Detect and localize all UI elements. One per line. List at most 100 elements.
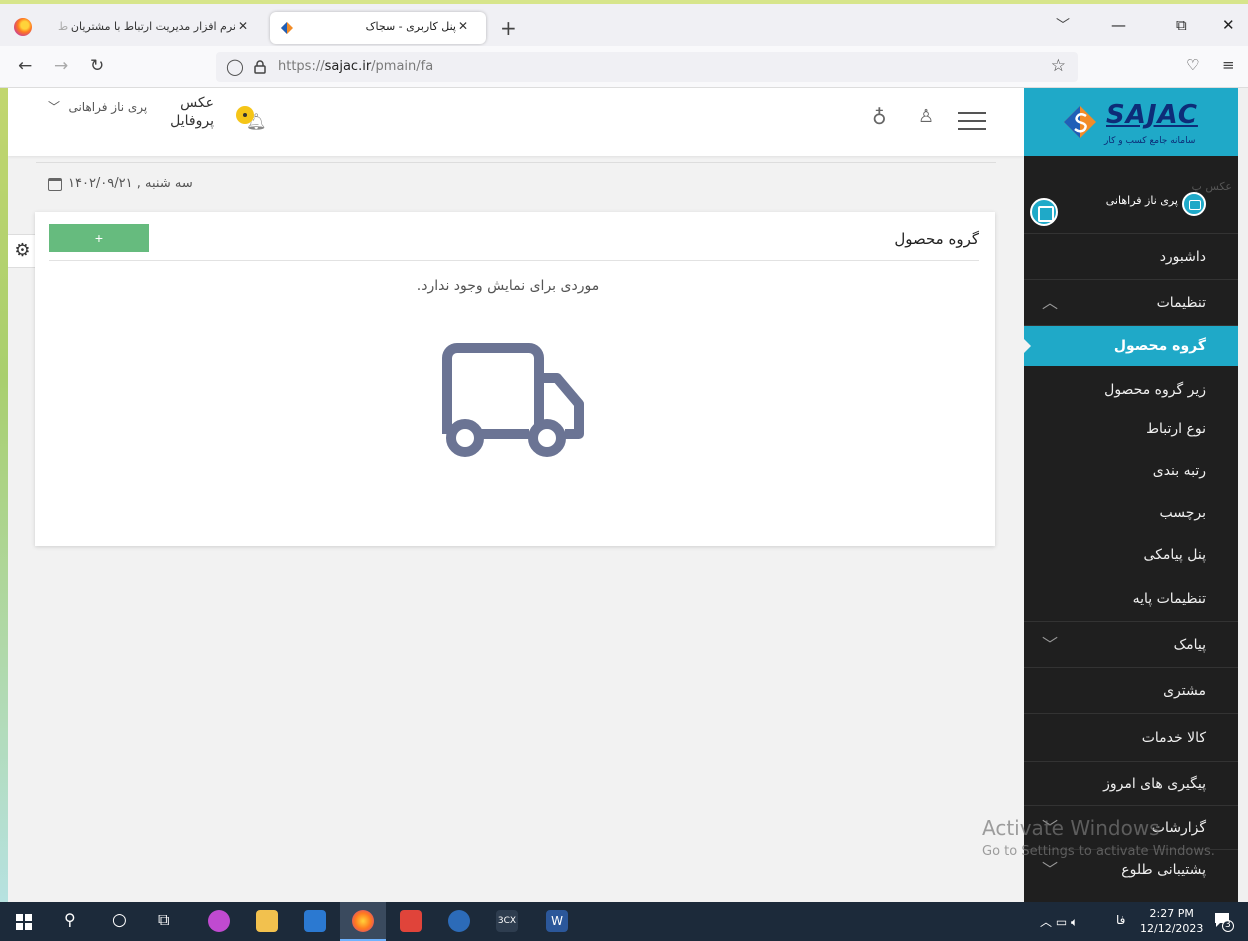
browser-tab-bar: ✕ نرم افزار مدیریت ارتباط با مشتریان ط ✕…	[0, 0, 1248, 46]
close-window-button[interactable]: ✕	[1222, 16, 1235, 34]
web-page: ♙ ♁ 🔔︎ عکس پروفایل پری ناز فراهانی ﹀ سه …	[8, 88, 1238, 902]
avatar-alt-text: پروفایل	[170, 113, 214, 129]
windows-taskbar: ⚲ ○ ⧉ 3CX W ︿ ▭ 🔈︎ فا 2:27 PM 12/12/2023…	[0, 902, 1248, 941]
tab-crm[interactable]: ✕ نرم افزار مدیریت ارتباط با مشتریان ط	[46, 12, 266, 44]
minimize-button[interactable]: —	[1111, 16, 1126, 34]
sidebar-item[interactable]: پنل پیامکی	[1024, 534, 1238, 576]
hamburger-menu-icon[interactable]	[958, 112, 986, 130]
back-arrow-icon[interactable]: ←	[18, 56, 32, 76]
sidebar-item[interactable]: زیر گروه محصول	[1024, 372, 1238, 408]
lightbulb-icon[interactable]: ♁	[872, 105, 887, 129]
avatar-alt-text: عکس	[180, 95, 214, 111]
v-app-icon[interactable]	[448, 910, 470, 932]
chevron-down-icon: ﹀	[48, 100, 61, 114]
new-tab-button[interactable]: +	[500, 16, 517, 40]
chevron-down-icon[interactable]: ﹀	[1042, 622, 1058, 668]
system-tray-icons[interactable]: ︿ ▭ 🔈︎	[1040, 913, 1078, 930]
sidebar-item[interactable]: کالا خدمات	[1024, 714, 1238, 762]
sidebar-item-label: پیگیری های امروز	[1103, 776, 1206, 792]
firefox-icon[interactable]	[14, 18, 32, 36]
truck-icon	[442, 343, 584, 457]
logo-text: SAJAC	[1106, 100, 1198, 130]
tab-sajac[interactable]: ✕ پنل کاربری - سجاک	[270, 12, 486, 44]
lock-icon[interactable]	[254, 60, 266, 74]
sidebar-item-label: برچسب	[1159, 505, 1206, 521]
avatar[interactable]: عکس پروفایل	[164, 94, 214, 130]
divider	[49, 260, 979, 261]
tab-list-chevron-icon[interactable]: ﹀	[1056, 15, 1070, 35]
search-icon[interactable]: ⚲	[64, 910, 76, 929]
calendar-icon	[48, 178, 62, 191]
cortana-icon[interactable]: ○	[112, 910, 127, 930]
word-icon[interactable]: W	[546, 910, 568, 932]
sidebar-item-label: مشتری	[1163, 683, 1206, 699]
shield-icon[interactable]: ◯	[226, 57, 244, 76]
scrollbar[interactable]	[1238, 88, 1248, 902]
tab-title: پنل کاربری - سجاک	[365, 20, 456, 33]
reload-icon[interactable]: ↻	[90, 56, 104, 76]
sajac-favicon-icon	[281, 22, 293, 34]
camera-icon[interactable]	[1182, 192, 1206, 216]
sidebar-item[interactable]: پیگیری های امروز	[1024, 762, 1238, 806]
3cx-icon[interactable]: 3CX	[496, 910, 518, 932]
sidebar-item-label: کالا خدمات	[1141, 730, 1206, 746]
sidebar-item[interactable]: رتبه بندی	[1024, 450, 1238, 492]
action-center-icon[interactable]: 3	[1212, 910, 1234, 932]
bookmark-star-icon[interactable]: ☆	[1051, 56, 1066, 76]
add-button[interactable]: +	[49, 224, 149, 252]
sidebar-item-label: تنظیمات پایه	[1132, 591, 1206, 607]
anydesk-icon[interactable]	[400, 910, 422, 932]
itunes-icon[interactable]	[208, 910, 230, 932]
date-display: سه شنبه , ۱۴۰۲/۰۹/۲۱	[48, 176, 193, 191]
sidebar-item[interactable]: برچسب	[1024, 492, 1238, 534]
sidebar-item-label: زیر گروه محصول	[1104, 382, 1206, 398]
address-bar[interactable]: ◯ https://sajac.ir/pmain/fa ☆	[216, 52, 1078, 82]
chevron-up-icon[interactable]: ︿	[1042, 280, 1058, 326]
firefox-taskbar-icon[interactable]	[352, 910, 374, 932]
desktop-edge	[0, 0, 8, 941]
url-text: https://sajac.ir/pmain/fa	[278, 59, 434, 74]
app-window-icon[interactable]	[304, 910, 326, 932]
sidebar-item[interactable]: مشتری	[1024, 668, 1238, 714]
file-explorer-icon[interactable]	[256, 910, 278, 932]
forward-arrow-icon[interactable]: →	[54, 56, 68, 76]
task-view-icon[interactable]: ⧉	[158, 910, 169, 930]
user-menu[interactable]: پری ناز فراهانی ﹀	[48, 98, 151, 115]
pocket-icon[interactable]: ♡	[1186, 56, 1199, 74]
sidebar: SAJAC سامانه جامع کسب و کار عکس پ پری نا…	[1023, 88, 1238, 902]
sidebar-item[interactable]: پیامک ﹀	[1024, 622, 1238, 668]
edit-profile-icon[interactable]	[1030, 198, 1058, 226]
date-text: سه شنبه , ۱۴۰۲/۰۹/۲۱	[68, 176, 193, 191]
product-group-card: گروه محصول + موردی برای نمایش وجود ندارد…	[35, 212, 995, 546]
user-check-icon[interactable]: ♙	[918, 106, 934, 127]
clock[interactable]: 2:27 PM 12/12/2023	[1140, 906, 1203, 936]
watermark-title: Activate Windows	[982, 816, 1160, 840]
card-title: گروه محصول	[894, 230, 979, 248]
logo-area[interactable]: SAJAC سامانه جامع کسب و کار	[1024, 88, 1238, 156]
activate-windows-watermark: Activate Windows Go to Settings to activ…	[982, 816, 1215, 859]
sidebar-item[interactable]: نوع ارتباط	[1024, 408, 1238, 450]
empty-message: موردی برای نمایش وجود ندارد.	[416, 278, 600, 294]
sidebar-item-label: پشتیبانی طلوع	[1121, 862, 1206, 878]
notification-count: 3	[1225, 920, 1231, 930]
sidebar-profile: عکس پ پری ناز فراهانی	[1024, 168, 1238, 234]
notification-bell[interactable]: 🔔︎	[236, 106, 270, 136]
sajac-logo-icon	[1064, 106, 1096, 138]
clock-time: 2:27 PM	[1149, 907, 1194, 920]
sidebar-item[interactable]: گروه محصول	[1023, 326, 1238, 366]
divider	[36, 162, 996, 163]
sidebar-item[interactable]: تنظیمات ︿	[1024, 280, 1238, 326]
logo-subtitle: سامانه جامع کسب و کار	[1104, 136, 1196, 146]
sidebar-item[interactable]: تنظیمات پایه	[1024, 576, 1238, 622]
language-indicator[interactable]: فا	[1116, 913, 1125, 927]
profile-name: پری ناز فراهانی	[1105, 194, 1178, 207]
close-tab-icon[interactable]: ✕	[458, 19, 468, 33]
windows-start-icon[interactable]	[16, 914, 32, 930]
sidebar-item-label: تنظیمات	[1156, 295, 1206, 311]
restore-button[interactable]: ⧉	[1176, 16, 1187, 34]
sidebar-item-label: رتبه بندی	[1152, 463, 1206, 479]
notification-dot	[236, 106, 254, 124]
close-tab-icon[interactable]: ✕	[238, 19, 248, 33]
menu-icon[interactable]: ≡	[1222, 56, 1235, 74]
sidebar-item[interactable]: داشبورد	[1024, 234, 1238, 280]
